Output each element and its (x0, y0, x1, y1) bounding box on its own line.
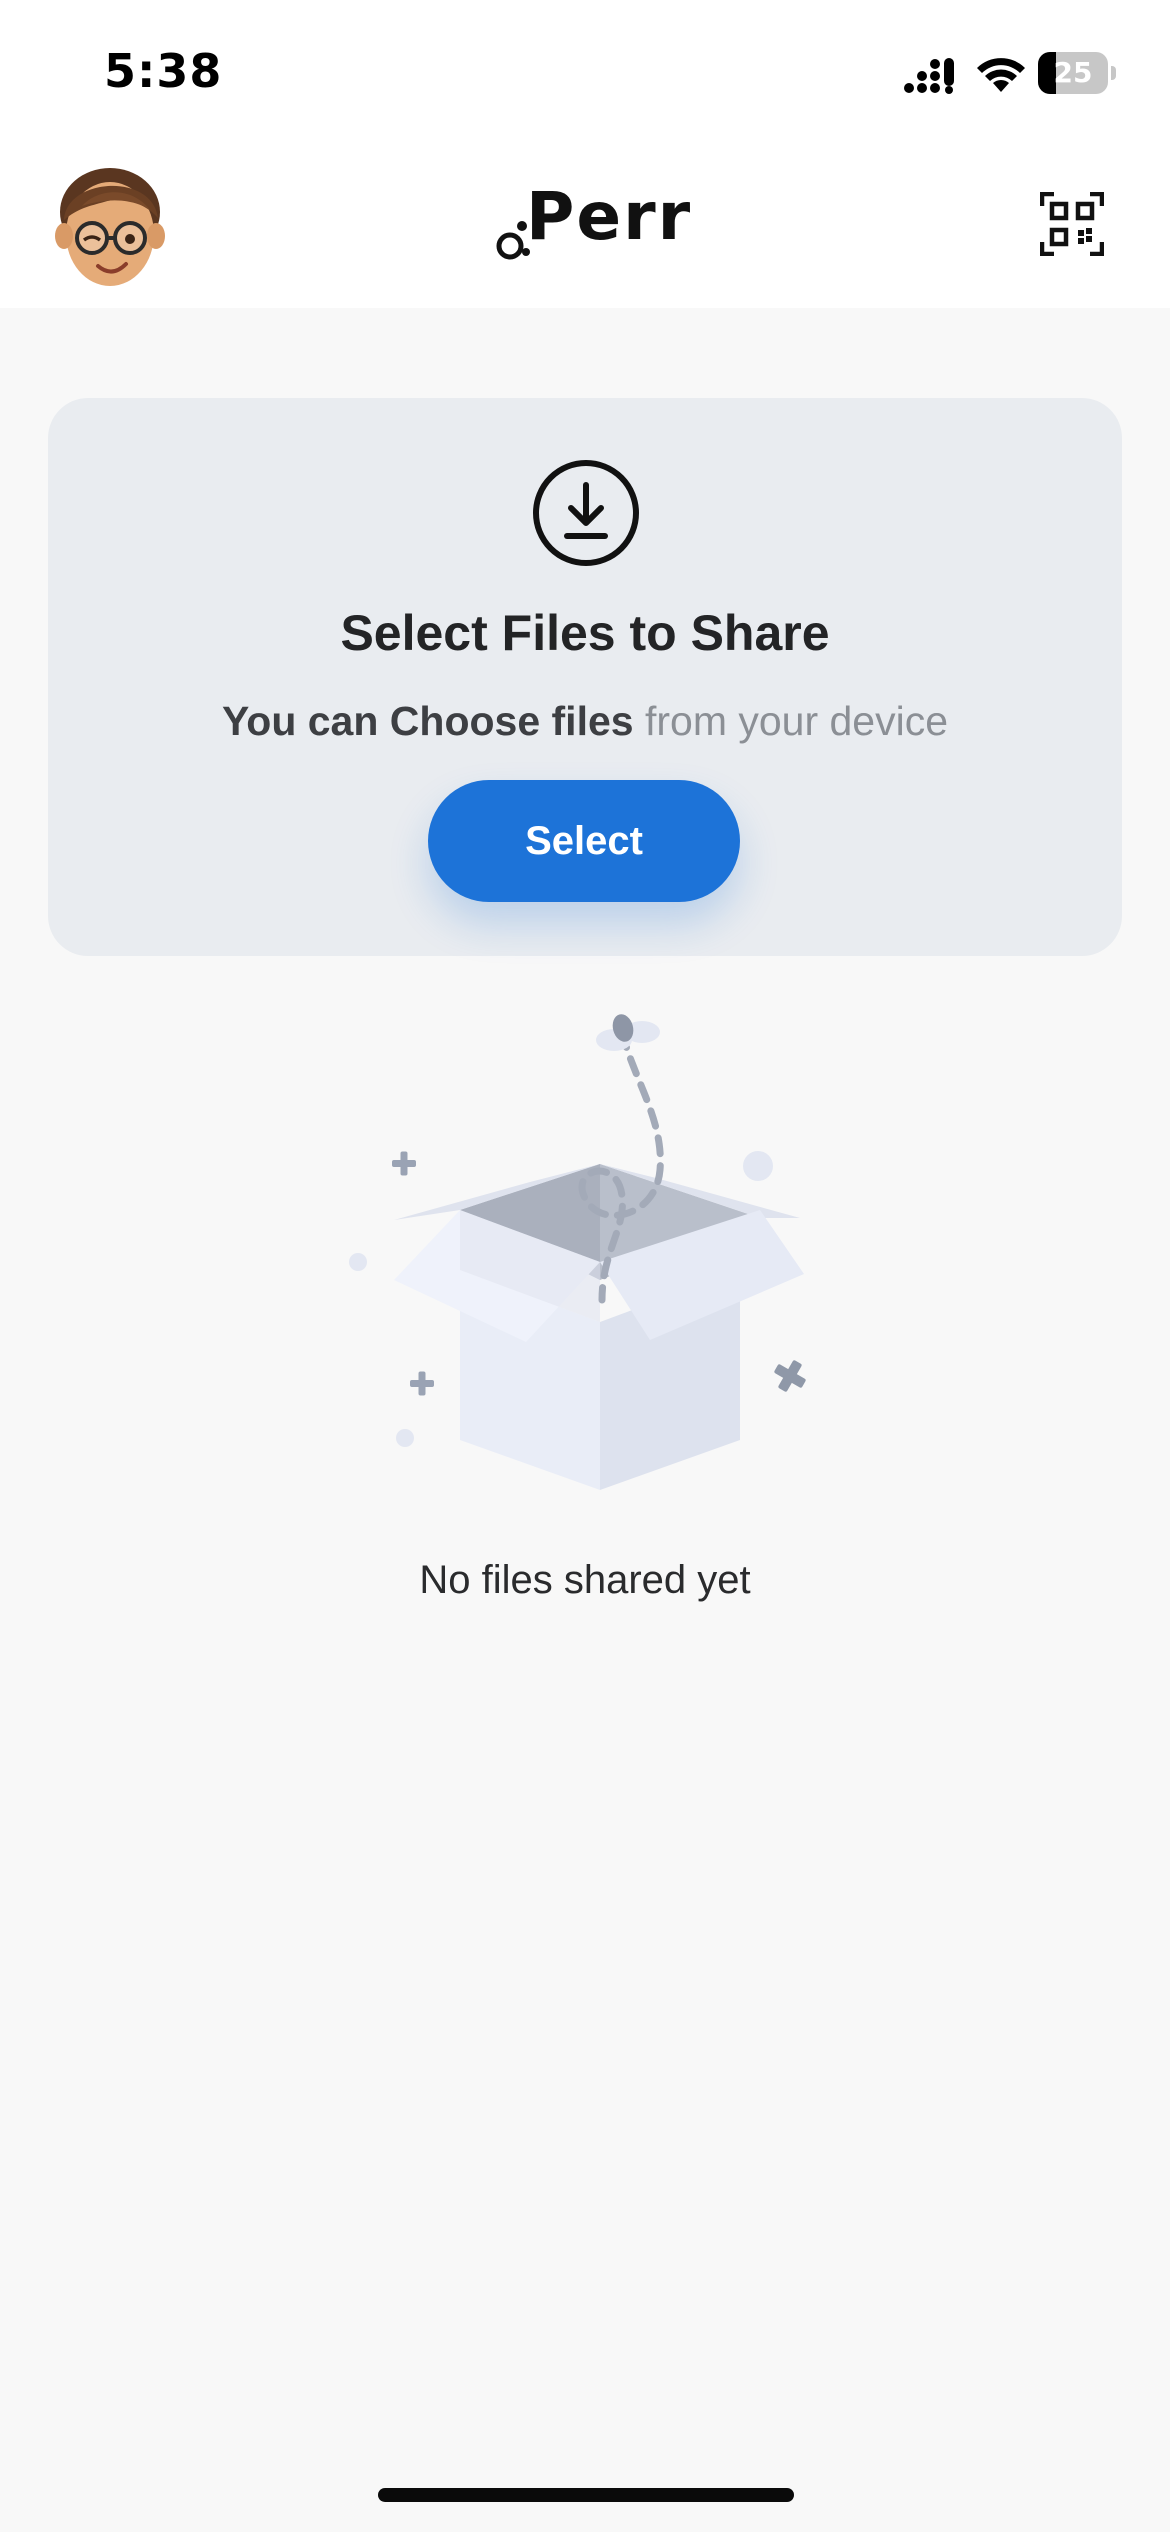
battery-percentage: 25 (1053, 56, 1093, 89)
card-title: Select Files to Share (340, 605, 830, 661)
empty-state-message: No files shared yet (419, 1558, 751, 1602)
home-indicator[interactable] (378, 2488, 794, 2502)
logo-text: Perr (526, 178, 693, 255)
select-button[interactable]: Select (428, 780, 740, 902)
status-bar: 5:38 25 (0, 0, 1170, 150)
wifi-icon (977, 58, 1025, 92)
card-subtitle: You can Choose files from your device (48, 698, 1122, 745)
card-subtitle-strong: You can Choose files (221, 698, 634, 744)
cellular-signal-icon (904, 58, 954, 94)
qr-scan-icon[interactable] (1040, 192, 1104, 256)
app-header: Perr (0, 150, 1170, 308)
battery-tip (1111, 66, 1116, 80)
select-files-card: Select Files to Share You can Choose fil… (48, 398, 1122, 956)
app-logo: Perr (490, 178, 690, 268)
status-time: 5:38 (104, 44, 223, 98)
card-subtitle-light: from your device (633, 698, 949, 744)
profile-avatar[interactable] (52, 162, 168, 292)
empty-open-box-illustration (349, 1014, 806, 1490)
battery-indicator: 25 (1038, 52, 1116, 94)
battery-body: 25 (1038, 52, 1108, 94)
download-circle-icon (533, 460, 639, 566)
